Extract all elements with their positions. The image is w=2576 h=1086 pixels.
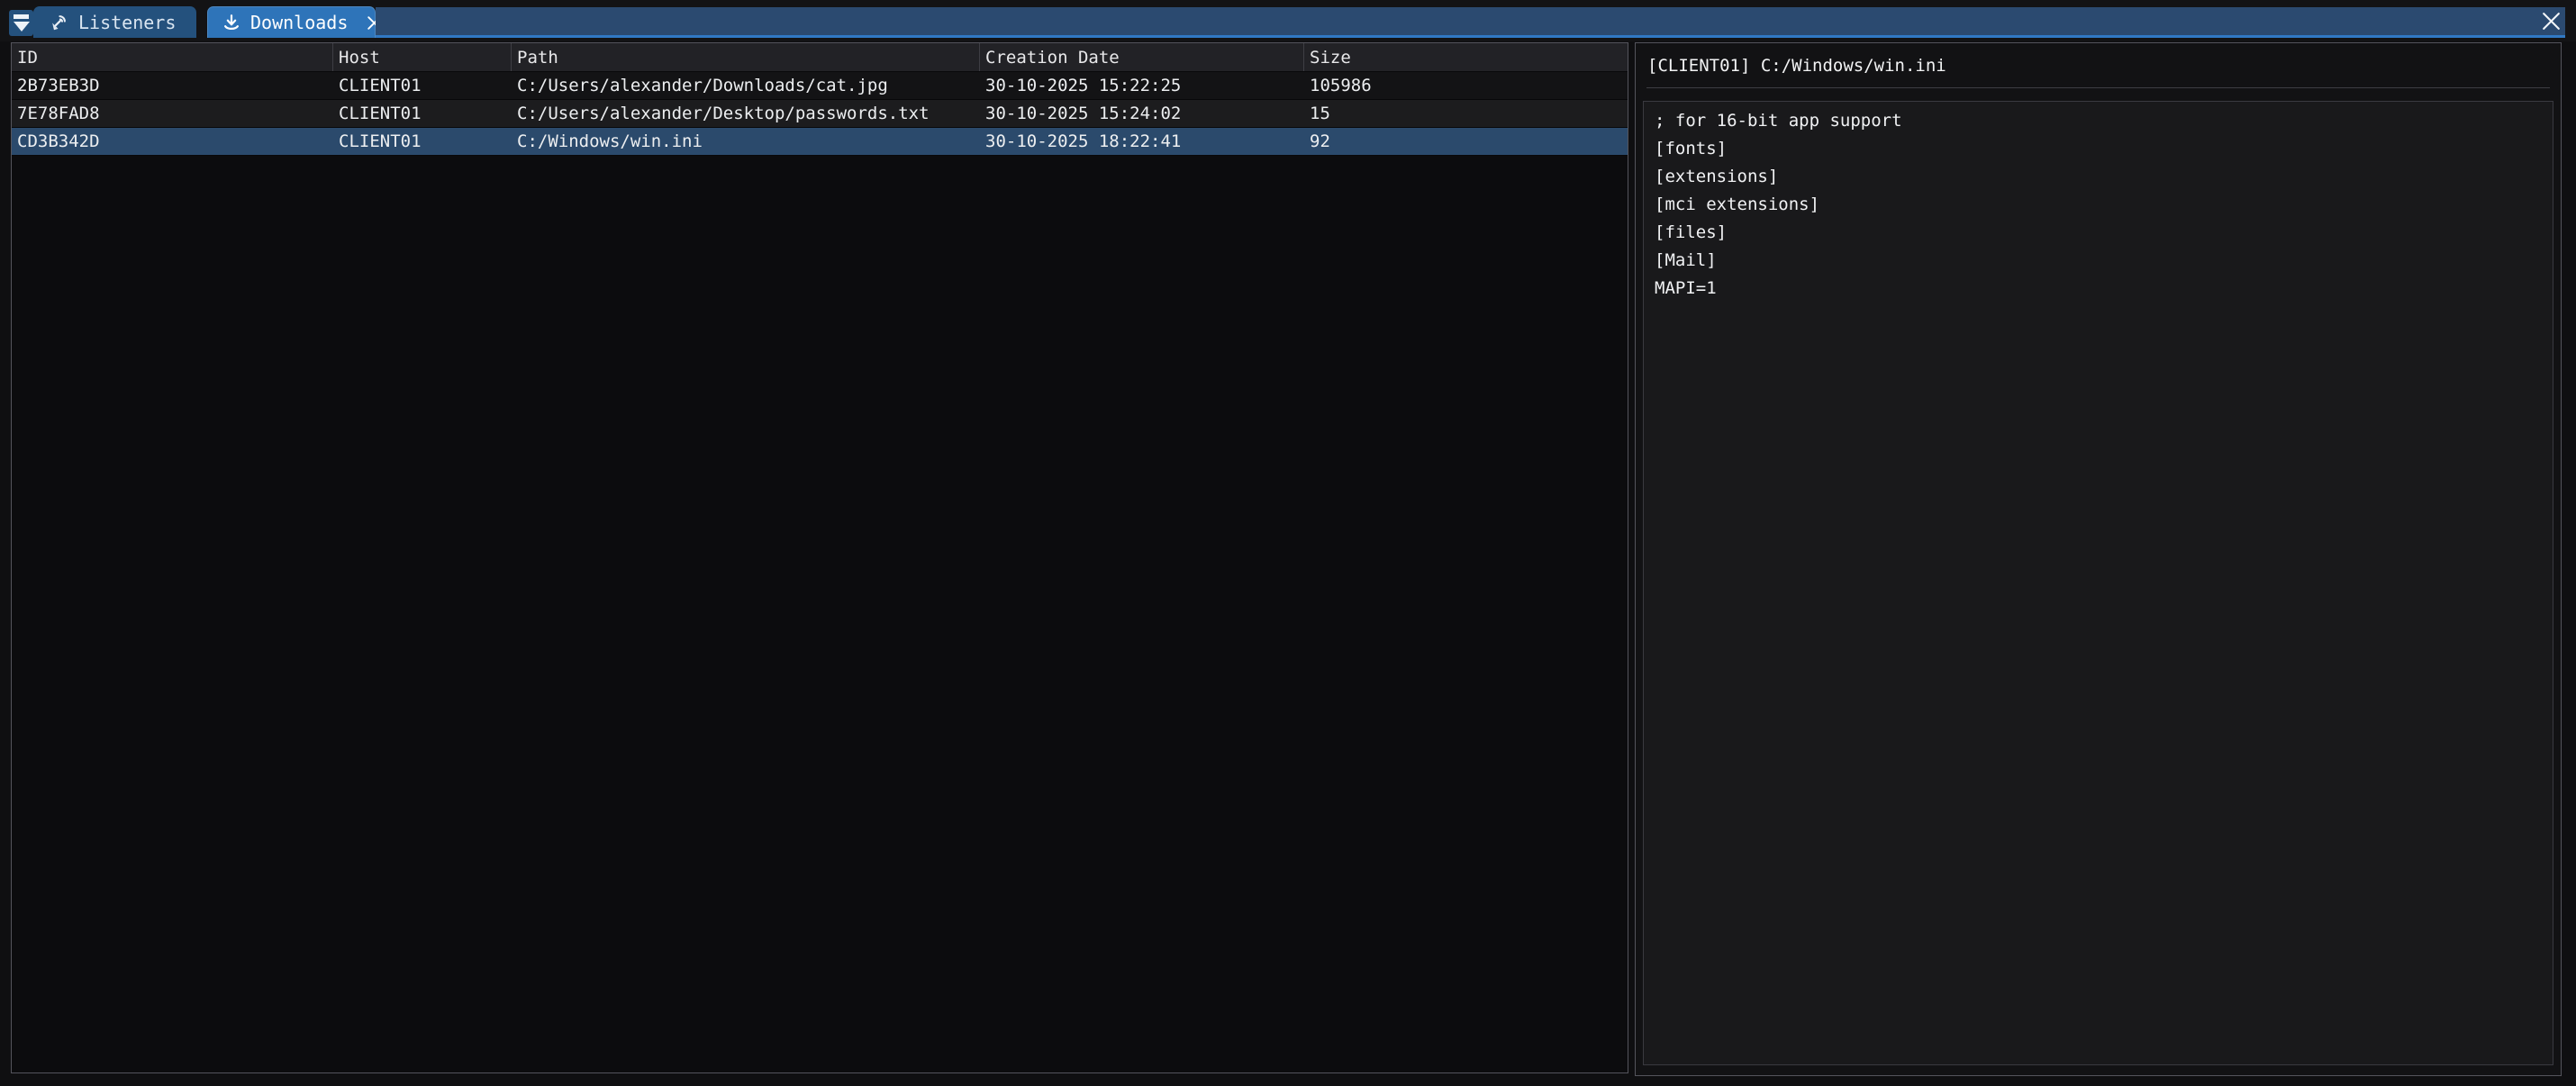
dock-tab-bar: Listeners Downloads [0, 0, 2576, 41]
column-header-size[interactable]: Size [1304, 43, 1628, 71]
cell-path: C:/Windows/win.ini [512, 128, 980, 155]
cell-id: 2B73EB3D [12, 72, 333, 99]
tab-downloads-label: Downloads [250, 12, 348, 33]
collapse-icon [14, 14, 29, 19]
satellite-signal-icon [49, 13, 68, 32]
cell-host: CLIENT01 [333, 128, 512, 155]
cell-creation-date: 30-10-2025 15:24:02 [980, 100, 1304, 127]
column-header-path[interactable]: Path [512, 43, 980, 71]
column-header-creation-date[interactable]: Creation Date [980, 43, 1304, 71]
file-content-view[interactable]: ; for 16-bit app support [fonts] [extens… [1643, 101, 2553, 1065]
app-window: Listeners Downloads [0, 0, 2576, 1086]
cell-creation-date: 30-10-2025 15:22:25 [980, 72, 1304, 99]
tab-bar-filler [376, 7, 2565, 38]
cell-id: 7E78FAD8 [12, 100, 333, 127]
tab-listeners[interactable]: Listeners [33, 6, 196, 38]
tab-listeners-label: Listeners [78, 12, 176, 33]
file-preview-panel: [CLIENT01] C:/Windows/win.ini ; for 16-b… [1635, 42, 2562, 1076]
close-icon [2540, 10, 2562, 32]
collapse-triangle-icon [14, 22, 30, 32]
table-row[interactable]: 7E78FAD8 CLIENT01 C:/Users/alexander/Des… [12, 100, 1628, 128]
cell-path: C:/Users/alexander/Desktop/passwords.txt [512, 100, 980, 127]
downloads-table: ID Host Path Creation Date Size 2B73EB3D… [11, 42, 1628, 1073]
table-header-row: ID Host Path Creation Date Size [12, 43, 1628, 72]
download-icon [222, 13, 241, 32]
collapse-tabs-button[interactable] [9, 10, 33, 36]
cell-path: C:/Users/alexander/Downloads/cat.jpg [512, 72, 980, 99]
cell-host: CLIENT01 [333, 100, 512, 127]
cell-size: 15 [1304, 100, 1628, 127]
column-header-id[interactable]: ID [12, 43, 333, 71]
cell-size: 92 [1304, 128, 1628, 155]
cell-id: CD3B342D [12, 128, 333, 155]
cell-creation-date: 30-10-2025 18:22:41 [980, 128, 1304, 155]
table-row[interactable]: 2B73EB3D CLIENT01 C:/Users/alexander/Dow… [12, 72, 1628, 100]
tab-downloads[interactable]: Downloads [207, 6, 376, 38]
preview-title: [CLIENT01] C:/Windows/win.ini [1636, 43, 2561, 77]
cell-size: 105986 [1304, 72, 1628, 99]
separator [1646, 87, 2550, 88]
dock-close-button[interactable] [2538, 8, 2563, 33]
table-row-selected[interactable]: CD3B342D CLIENT01 C:/Windows/win.ini 30-… [12, 128, 1628, 156]
column-header-host[interactable]: Host [333, 43, 512, 71]
cell-host: CLIENT01 [333, 72, 512, 99]
